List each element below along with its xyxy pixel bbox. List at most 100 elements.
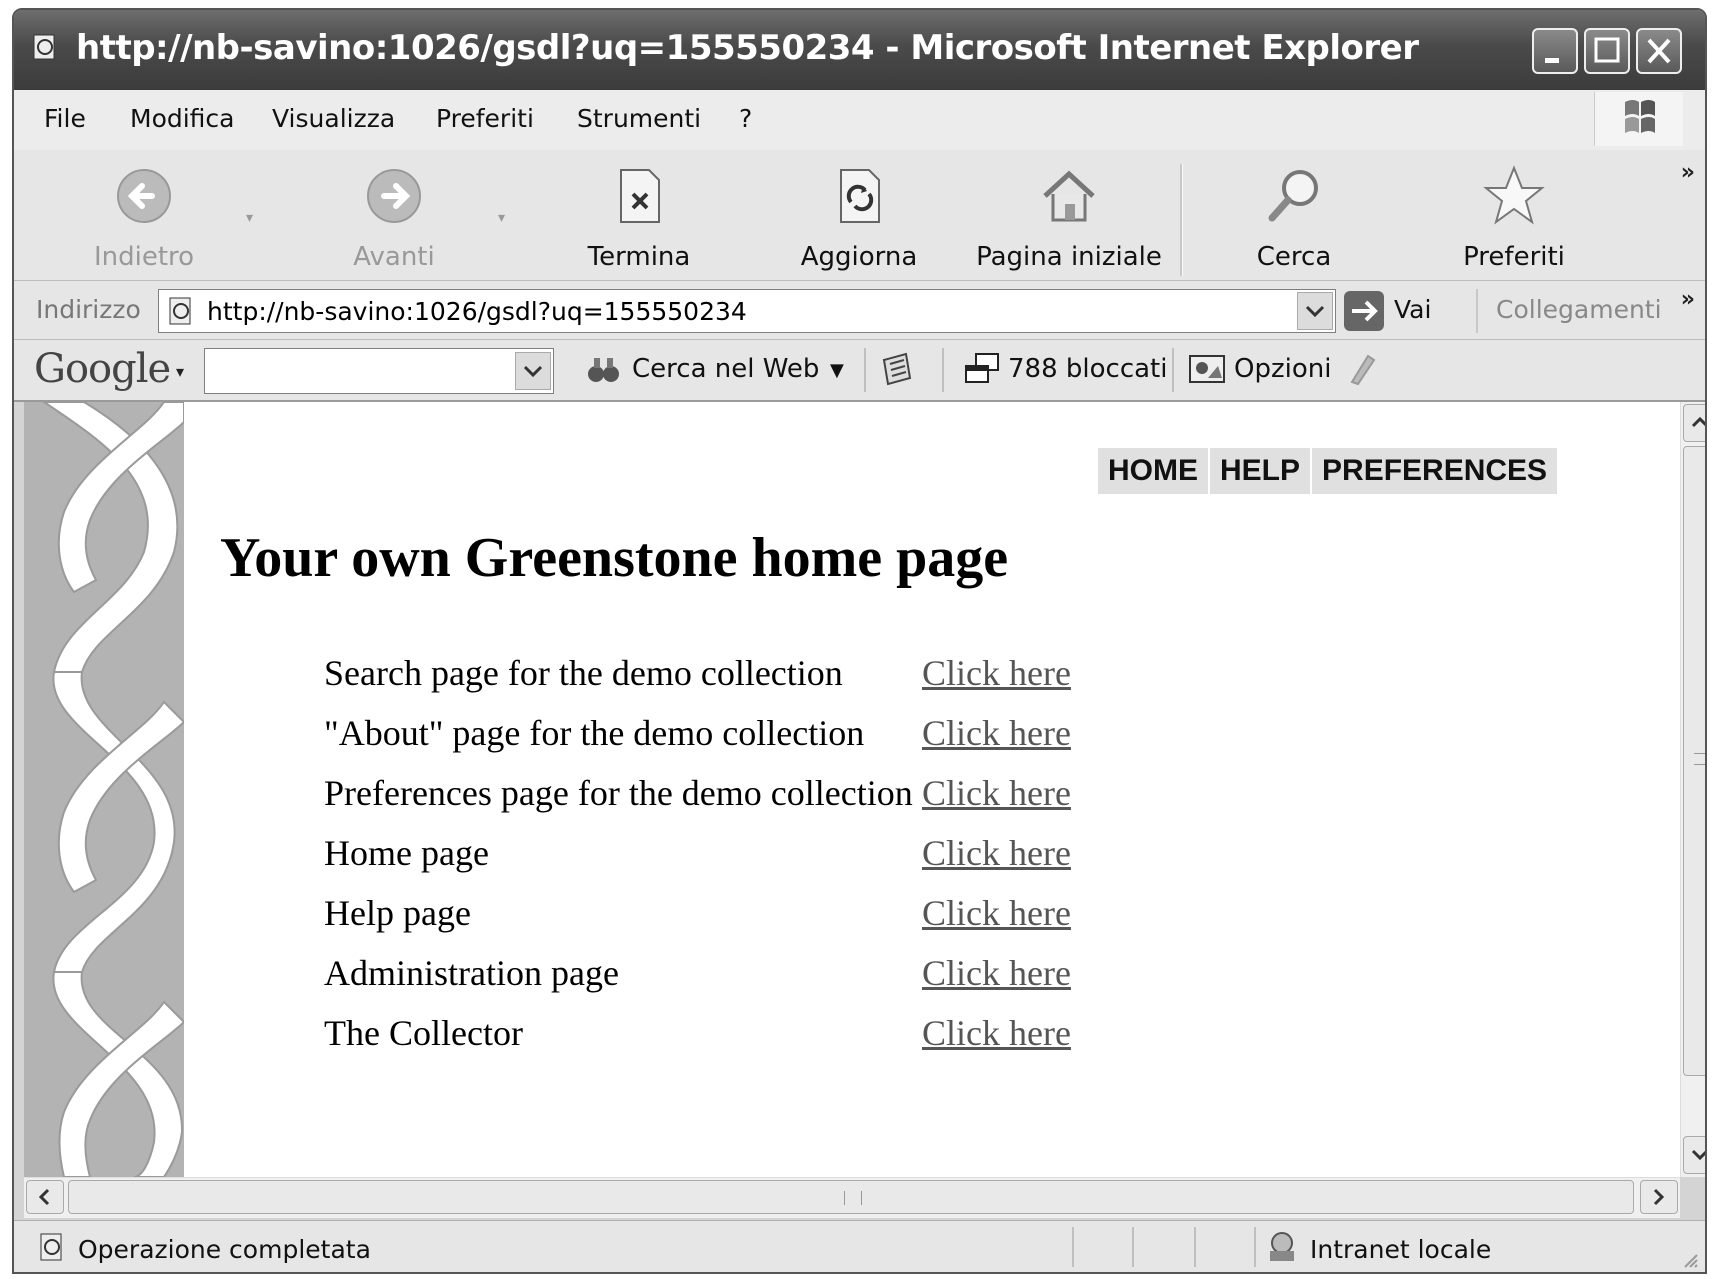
google-separator: [942, 348, 944, 392]
horizontal-scrollbar[interactable]: [24, 1177, 1680, 1218]
forward-dropdown-icon[interactable]: ▾: [498, 210, 505, 226]
row-description: Preferences page for the demo collection: [324, 773, 913, 813]
close-icon: [1647, 38, 1671, 64]
menu-bar: File Modifica Visualizza Preferiti Strum…: [14, 90, 1705, 151]
click-here-link[interactable]: Click here: [922, 892, 1071, 934]
go-arrow-icon: [1344, 291, 1384, 331]
scroll-left-button[interactable]: [26, 1180, 64, 1214]
minimize-icon: [1545, 58, 1559, 63]
row-description: Search page for the demo collection: [324, 653, 843, 693]
highlighter-icon[interactable]: [1344, 350, 1378, 388]
click-here-link[interactable]: Click here: [922, 952, 1071, 994]
chevron-down-icon: [523, 365, 543, 378]
click-here-link[interactable]: Click here: [922, 712, 1071, 754]
status-divider: [1254, 1227, 1256, 1267]
click-here-link[interactable]: Click here: [922, 832, 1071, 874]
row-description: Home page: [324, 833, 489, 873]
row-description: Administration page: [324, 953, 619, 993]
forward-arrow-icon: [367, 169, 421, 223]
nav-help-button[interactable]: HELP: [1210, 448, 1313, 494]
scroll-up-button[interactable]: [1683, 404, 1705, 442]
scroll-right-button[interactable]: [1640, 1180, 1678, 1214]
menu-preferiti[interactable]: Preferiti: [436, 104, 534, 133]
click-here-link[interactable]: Click here: [922, 1012, 1071, 1054]
search-button[interactable]: Cerca: [1214, 150, 1374, 280]
favorites-button[interactable]: Preferiti: [1434, 150, 1594, 280]
greenstone-nav: HOME HELP PREFERENCES: [1098, 448, 1558, 494]
security-zone-text: Intranet locale: [1310, 1235, 1492, 1264]
google-separator: [1172, 348, 1174, 392]
resize-grip-icon[interactable]: [1679, 1249, 1699, 1269]
window-title: http://nb-savino:1026/gsdl?uq=155550234 …: [76, 28, 1419, 68]
refresh-button[interactable]: Aggiorna: [774, 150, 944, 280]
scroll-down-button[interactable]: [1683, 1136, 1705, 1174]
magnifier-icon: [1268, 170, 1318, 222]
maximize-button[interactable]: [1584, 28, 1630, 74]
toolbar-chevron-icon[interactable]: »: [1681, 160, 1695, 185]
options-button[interactable]: Opzioni: [1234, 354, 1331, 384]
go-button[interactable]: Vai: [1344, 289, 1454, 333]
menu-strumenti[interactable]: Strumenti: [577, 104, 701, 133]
search-web-button[interactable]: Cerca nel Web: [632, 354, 819, 384]
menu-modifica[interactable]: Modifica: [130, 104, 235, 133]
menu-help[interactable]: ?: [739, 104, 752, 133]
page-title: Your own Greenstone home page: [220, 527, 1009, 589]
maximize-icon: [1594, 37, 1620, 63]
page-done-icon: [40, 1233, 62, 1261]
vertical-scroll-thumb[interactable]: [1683, 446, 1705, 1076]
status-divider: [1194, 1227, 1196, 1267]
address-label: Indirizzo: [36, 295, 141, 324]
links-chevron-icon[interactable]: »: [1681, 287, 1695, 312]
google-search-input[interactable]: [204, 348, 554, 394]
status-bar: Operazione completata Intranet locale: [14, 1220, 1705, 1272]
links-separator: [1476, 289, 1478, 333]
google-search-dropdown[interactable]: [515, 352, 551, 390]
browser-window: http://nb-savino:1026/gsdl?uq=155550234 …: [12, 8, 1707, 1274]
page-icon: [169, 297, 191, 325]
address-url: http://nb-savino:1026/gsdl?uq=155550234: [207, 297, 747, 326]
grip-icon: [844, 1191, 862, 1205]
ie-page-icon: [33, 34, 55, 60]
stop-button[interactable]: Termina: [554, 150, 724, 280]
horizontal-scroll-thumb[interactable]: [68, 1180, 1634, 1214]
address-input[interactable]: http://nb-savino:1026/gsdl?uq=155550234: [158, 289, 1336, 333]
home-button[interactable]: Pagina iniziale: [964, 150, 1174, 280]
status-text: Operazione completata: [78, 1235, 371, 1264]
star-icon: [1483, 165, 1545, 225]
google-menu-icon[interactable]: ▾: [176, 362, 184, 381]
news-icon[interactable]: [880, 350, 914, 388]
back-button[interactable]: Indietro: [64, 150, 224, 280]
row-description: "About" page for the demo collection: [324, 713, 865, 753]
google-toolbar: Google ▾ Cerca nel Web ▼ 788 bloccati Op…: [14, 340, 1705, 402]
vertical-scrollbar[interactable]: [1680, 402, 1705, 1177]
status-divider: [1072, 1227, 1074, 1267]
close-button[interactable]: [1636, 28, 1682, 74]
links-label[interactable]: Collegamenti: [1496, 295, 1662, 324]
options-icon: [1189, 355, 1225, 383]
click-here-link[interactable]: Click here: [922, 652, 1071, 694]
minimize-button[interactable]: [1532, 28, 1578, 74]
nav-preferences-button[interactable]: PREFERENCES: [1312, 448, 1558, 494]
standard-toolbar: Indietro ▾ Avanti ▾ Termina Aggiorna Pag…: [14, 150, 1705, 281]
menu-file[interactable]: File: [44, 104, 86, 133]
binoculars-icon: [588, 358, 619, 382]
title-bar: http://nb-savino:1026/gsdl?uq=155550234 …: [14, 10, 1705, 90]
home-icon: [1043, 170, 1095, 222]
menu-visualizza[interactable]: Visualizza: [272, 104, 395, 133]
popup-blocker-icon: [965, 353, 999, 383]
forward-button[interactable]: Avanti: [314, 150, 474, 280]
chevron-down-icon: [1691, 1149, 1705, 1161]
row-description: The Collector: [324, 1013, 523, 1053]
chevron-left-icon: [38, 1188, 50, 1206]
address-dropdown-button[interactable]: [1297, 292, 1333, 330]
google-logo[interactable]: Google: [34, 346, 171, 392]
scrollbar-corner: [1680, 1177, 1705, 1217]
click-here-link[interactable]: Click here: [922, 772, 1071, 814]
refresh-icon: [840, 169, 880, 223]
nav-home-button[interactable]: HOME: [1098, 448, 1210, 494]
popups-blocked-button[interactable]: 788 bloccati: [1008, 354, 1167, 384]
search-web-dropdown-icon[interactable]: ▼: [830, 360, 844, 381]
page-content: HOME HELP PREFERENCES Your own Greenstone …: [24, 402, 1680, 1177]
back-dropdown-icon[interactable]: ▾: [246, 210, 253, 226]
intranet-zone-icon: [1270, 1232, 1294, 1261]
